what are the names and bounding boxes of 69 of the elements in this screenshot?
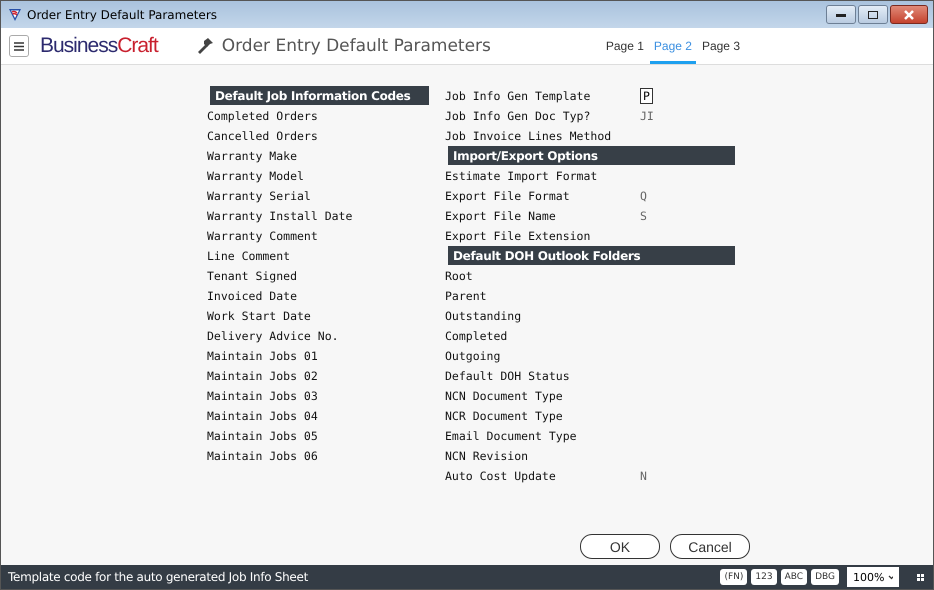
field-label: Warranty Serial	[207, 189, 312, 203]
page-title: Order Entry Default Parameters	[222, 36, 491, 56]
field-label: Default DOH Status	[445, 369, 571, 383]
menu-icon	[14, 42, 24, 50]
field-label: Completed Orders	[207, 109, 319, 123]
field-label: Completed	[445, 329, 508, 343]
field-label: Outstanding	[445, 309, 522, 323]
field-label: Cancelled Orders	[207, 129, 319, 143]
brand-logo: BusinessCraft	[40, 34, 158, 58]
section-header: Import/Export Options	[448, 146, 735, 165]
field-label: Warranty Comment	[207, 229, 319, 243]
hammer-icon	[196, 37, 214, 55]
status-message: Template code for the auto generated Job Info Sheet	[8, 570, 308, 584]
field-label: Job Invoice Lines Method	[445, 129, 612, 143]
caret-icon	[888, 574, 893, 580]
field-label: Maintain Jobs 04	[207, 409, 319, 423]
field-label: Maintain Jobs 06	[207, 449, 319, 463]
field-label: Delivery Advice No.	[207, 329, 340, 343]
mode-toggle[interactable]: ABC	[780, 569, 808, 585]
maximize-button[interactable]	[858, 5, 888, 24]
minimize-button[interactable]	[826, 5, 856, 24]
window-title: Order Entry Default Parameters	[27, 8, 218, 22]
field-label: Email Document Type	[445, 429, 578, 443]
field-label: Maintain Jobs 01	[207, 349, 319, 363]
field-label: Warranty Install Date	[207, 209, 354, 223]
field-label: Job Info Gen Template	[445, 89, 592, 103]
field-label: NCN Document Type	[445, 389, 564, 403]
menu-button[interactable]	[9, 35, 29, 57]
field-label: NCR Document Type	[445, 409, 564, 423]
field-label: Line Comment	[207, 249, 292, 263]
close-icon	[903, 10, 915, 20]
field-label: Invoiced Date	[207, 289, 298, 303]
field-value[interactable]: S	[640, 209, 647, 223]
field-label: Estimate Import Format	[445, 169, 598, 183]
field-label: Maintain Jobs 05	[207, 429, 319, 443]
field-label: Parent	[445, 289, 488, 303]
maximize-icon	[868, 10, 878, 18]
field-label: Work Start Date	[207, 309, 312, 323]
section-header: Default DOH Outlook Folders	[448, 246, 735, 265]
mode-toggle[interactable]: (FN)	[720, 569, 748, 585]
field-value[interactable]: Q	[640, 189, 647, 203]
field-label: Export File Extension	[445, 229, 592, 243]
field-label: Warranty Make	[207, 149, 298, 163]
field-label: NCN Revision	[445, 449, 530, 463]
field-label: Tenant Signed	[207, 269, 298, 283]
close-button[interactable]	[890, 5, 928, 24]
page-tab[interactable]: Page 1	[602, 28, 648, 64]
dialog-button[interactable]: OK	[580, 534, 660, 559]
field-label: Root	[445, 269, 474, 283]
mode-toggle[interactable]: DBG	[811, 569, 839, 585]
page-tab[interactable]: Page 3	[698, 28, 744, 64]
field-label: Job Info Gen Doc Typ?	[445, 109, 592, 123]
section-header: Default Job Information Codes	[210, 86, 429, 105]
field-label: Auto Cost Update	[445, 469, 557, 483]
field-value[interactable]: N	[640, 469, 647, 483]
minimize-icon	[836, 12, 846, 16]
field-label: Outgoing	[445, 349, 502, 363]
field-value[interactable]: P	[640, 88, 653, 104]
grid-icon[interactable]	[917, 574, 924, 580]
mode-toggle[interactable]: 123	[751, 569, 777, 585]
field-label: Export File Format	[445, 189, 571, 203]
field-label: Maintain Jobs 03	[207, 389, 319, 403]
field-label: Warranty Model	[207, 169, 305, 183]
field-value[interactable]: JI	[640, 109, 654, 123]
field-label: Maintain Jobs 02	[207, 369, 319, 383]
field-label: Export File Name	[445, 209, 557, 223]
zoom-dropdown[interactable]: 100%	[847, 567, 899, 587]
dialog-button[interactable]: Cancel	[670, 534, 750, 559]
app-logo-icon	[8, 8, 22, 22]
